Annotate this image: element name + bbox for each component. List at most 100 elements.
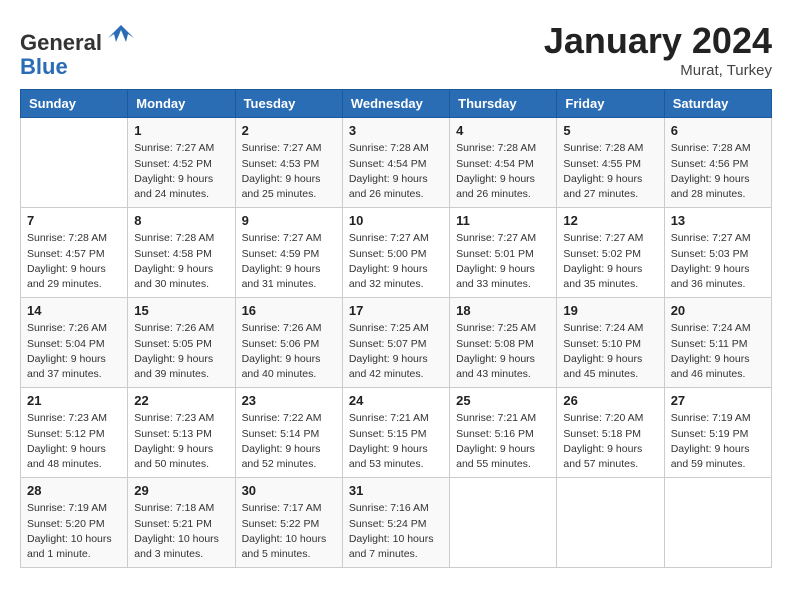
day-number: 7 — [27, 213, 121, 228]
day-info: Sunrise: 7:17 AMSunset: 5:22 PMDaylight:… — [242, 501, 336, 562]
day-cell: 11 Sunrise: 7:27 AMSunset: 5:01 PMDayligh… — [450, 208, 557, 298]
calendar-body: 1 Sunrise: 7:27 AMSunset: 4:52 PMDaylight… — [21, 118, 772, 568]
day-info: Sunrise: 7:21 AMSunset: 5:16 PMDaylight:… — [456, 411, 550, 472]
day-number: 17 — [349, 303, 443, 318]
day-info: Sunrise: 7:28 AMSunset: 4:54 PMDaylight:… — [456, 141, 550, 202]
day-info: Sunrise: 7:19 AMSunset: 5:20 PMDaylight:… — [27, 501, 121, 562]
day-info: Sunrise: 7:27 AMSunset: 4:53 PMDaylight:… — [242, 141, 336, 202]
day-info: Sunrise: 7:23 AMSunset: 5:12 PMDaylight:… — [27, 411, 121, 472]
day-number: 2 — [242, 123, 336, 138]
day-info: Sunrise: 7:22 AMSunset: 5:14 PMDaylight:… — [242, 411, 336, 472]
day-cell: 27 Sunrise: 7:19 AMSunset: 5:19 PMDayligh… — [664, 388, 771, 478]
day-info: Sunrise: 7:27 AMSunset: 5:01 PMDaylight:… — [456, 231, 550, 292]
day-cell: 25 Sunrise: 7:21 AMSunset: 5:16 PMDayligh… — [450, 388, 557, 478]
weekday-header-monday: Monday — [128, 90, 235, 118]
day-cell: 24 Sunrise: 7:21 AMSunset: 5:15 PMDayligh… — [342, 388, 449, 478]
day-info: Sunrise: 7:28 AMSunset: 4:58 PMDaylight:… — [134, 231, 228, 292]
day-cell: 6Sunrise: 7:28 AMSunset: 4:56 PMDaylight… — [664, 118, 771, 208]
day-number: 11 — [456, 213, 550, 228]
month-title: January 2024 — [544, 20, 772, 62]
day-info: Sunrise: 7:21 AMSunset: 5:15 PMDaylight:… — [349, 411, 443, 472]
day-cell: 22 Sunrise: 7:23 AMSunset: 5:13 PMDayligh… — [128, 388, 235, 478]
day-info: Sunrise: 7:27 AMSunset: 5:03 PMDaylight:… — [671, 231, 765, 292]
day-cell: 17 Sunrise: 7:25 AMSunset: 5:07 PMDayligh… — [342, 298, 449, 388]
day-cell: 13 Sunrise: 7:27 AMSunset: 5:03 PMDayligh… — [664, 208, 771, 298]
logo-blue: Blue — [20, 54, 68, 79]
day-info: Sunrise: 7:18 AMSunset: 5:21 PMDaylight:… — [134, 501, 228, 562]
day-info: Sunrise: 7:24 AMSunset: 5:11 PMDaylight:… — [671, 321, 765, 382]
day-cell: 9 Sunrise: 7:27 AMSunset: 4:59 PMDaylight… — [235, 208, 342, 298]
day-info: Sunrise: 7:23 AMSunset: 5:13 PMDaylight:… — [134, 411, 228, 472]
day-cell: 30 Sunrise: 7:17 AMSunset: 5:22 PMDayligh… — [235, 478, 342, 568]
day-number: 16 — [242, 303, 336, 318]
day-info: Sunrise: 7:26 AMSunset: 5:06 PMDaylight:… — [242, 321, 336, 382]
day-info: Sunrise: 7:25 AMSunset: 5:07 PMDaylight:… — [349, 321, 443, 382]
day-number: 3 — [349, 123, 443, 138]
week-row-4: 28 Sunrise: 7:19 AMSunset: 5:20 PMDayligh… — [21, 478, 772, 568]
day-cell: 4Sunrise: 7:28 AMSunset: 4:54 PMDaylight… — [450, 118, 557, 208]
day-number: 9 — [242, 213, 336, 228]
day-cell — [450, 478, 557, 568]
day-info: Sunrise: 7:28 AMSunset: 4:54 PMDaylight:… — [349, 141, 443, 202]
day-cell: 19Sunrise: 7:24 AMSunset: 5:10 PMDayligh… — [557, 298, 664, 388]
day-number: 25 — [456, 393, 550, 408]
day-number: 29 — [134, 483, 228, 498]
day-cell — [21, 118, 128, 208]
day-cell: 15Sunrise: 7:26 AMSunset: 5:05 PMDayligh… — [128, 298, 235, 388]
day-info: Sunrise: 7:27 AMSunset: 4:59 PMDaylight:… — [242, 231, 336, 292]
day-number: 27 — [671, 393, 765, 408]
page-header: General Blue January 2024 Murat, Turkey — [20, 20, 772, 79]
day-info: Sunrise: 7:27 AMSunset: 5:02 PMDaylight:… — [563, 231, 657, 292]
day-number: 26 — [563, 393, 657, 408]
weekday-header-thursday: Thursday — [450, 90, 557, 118]
day-cell: 21Sunrise: 7:23 AMSunset: 5:12 PMDayligh… — [21, 388, 128, 478]
day-number: 8 — [134, 213, 228, 228]
day-info: Sunrise: 7:28 AMSunset: 4:57 PMDaylight:… — [27, 231, 121, 292]
weekday-header-sunday: Sunday — [21, 90, 128, 118]
day-number: 22 — [134, 393, 228, 408]
day-cell: 8 Sunrise: 7:28 AMSunset: 4:58 PMDaylight… — [128, 208, 235, 298]
day-number: 20 — [671, 303, 765, 318]
day-number: 6 — [671, 123, 765, 138]
weekday-row: SundayMondayTuesdayWednesdayThursdayFrid… — [21, 90, 772, 118]
week-row-0: 1 Sunrise: 7:27 AMSunset: 4:52 PMDaylight… — [21, 118, 772, 208]
weekday-header-friday: Friday — [557, 90, 664, 118]
day-cell: 5Sunrise: 7:28 AMSunset: 4:55 PMDaylight… — [557, 118, 664, 208]
day-number: 14 — [27, 303, 121, 318]
day-cell: 3 Sunrise: 7:28 AMSunset: 4:54 PMDaylight… — [342, 118, 449, 208]
day-number: 23 — [242, 393, 336, 408]
day-number: 5 — [563, 123, 657, 138]
calendar-header: SundayMondayTuesdayWednesdayThursdayFrid… — [21, 90, 772, 118]
logo-general: General — [20, 30, 102, 55]
day-info: Sunrise: 7:25 AMSunset: 5:08 PMDaylight:… — [456, 321, 550, 382]
day-number: 1 — [134, 123, 228, 138]
day-cell: 10Sunrise: 7:27 AMSunset: 5:00 PMDayligh… — [342, 208, 449, 298]
day-cell: 1 Sunrise: 7:27 AMSunset: 4:52 PMDaylight… — [128, 118, 235, 208]
day-number: 12 — [563, 213, 657, 228]
day-number: 24 — [349, 393, 443, 408]
title-block: January 2024 Murat, Turkey — [544, 20, 772, 79]
day-cell: 31 Sunrise: 7:16 AMSunset: 5:24 PMDayligh… — [342, 478, 449, 568]
day-info: Sunrise: 7:16 AMSunset: 5:24 PMDaylight:… — [349, 501, 443, 562]
day-cell: 18Sunrise: 7:25 AMSunset: 5:08 PMDayligh… — [450, 298, 557, 388]
day-info: Sunrise: 7:27 AMSunset: 4:52 PMDaylight:… — [134, 141, 228, 202]
day-cell — [664, 478, 771, 568]
day-info: Sunrise: 7:19 AMSunset: 5:19 PMDaylight:… — [671, 411, 765, 472]
day-cell: 26 Sunrise: 7:20 AMSunset: 5:18 PMDayligh… — [557, 388, 664, 478]
calendar-table: SundayMondayTuesdayWednesdayThursdayFrid… — [20, 89, 772, 568]
day-cell: 20 Sunrise: 7:24 AMSunset: 5:11 PMDayligh… — [664, 298, 771, 388]
day-info: Sunrise: 7:20 AMSunset: 5:18 PMDaylight:… — [563, 411, 657, 472]
logo-bird-icon — [106, 20, 136, 50]
day-cell: 29 Sunrise: 7:18 AMSunset: 5:21 PMDayligh… — [128, 478, 235, 568]
weekday-header-wednesday: Wednesday — [342, 90, 449, 118]
day-cell — [557, 478, 664, 568]
day-info: Sunrise: 7:24 AMSunset: 5:10 PMDaylight:… — [563, 321, 657, 382]
day-number: 30 — [242, 483, 336, 498]
weekday-header-saturday: Saturday — [664, 90, 771, 118]
day-cell: 23 Sunrise: 7:22 AMSunset: 5:14 PMDayligh… — [235, 388, 342, 478]
day-number: 13 — [671, 213, 765, 228]
day-cell: 12 Sunrise: 7:27 AMSunset: 5:02 PMDayligh… — [557, 208, 664, 298]
day-number: 28 — [27, 483, 121, 498]
day-number: 31 — [349, 483, 443, 498]
day-cell: 16 Sunrise: 7:26 AMSunset: 5:06 PMDayligh… — [235, 298, 342, 388]
